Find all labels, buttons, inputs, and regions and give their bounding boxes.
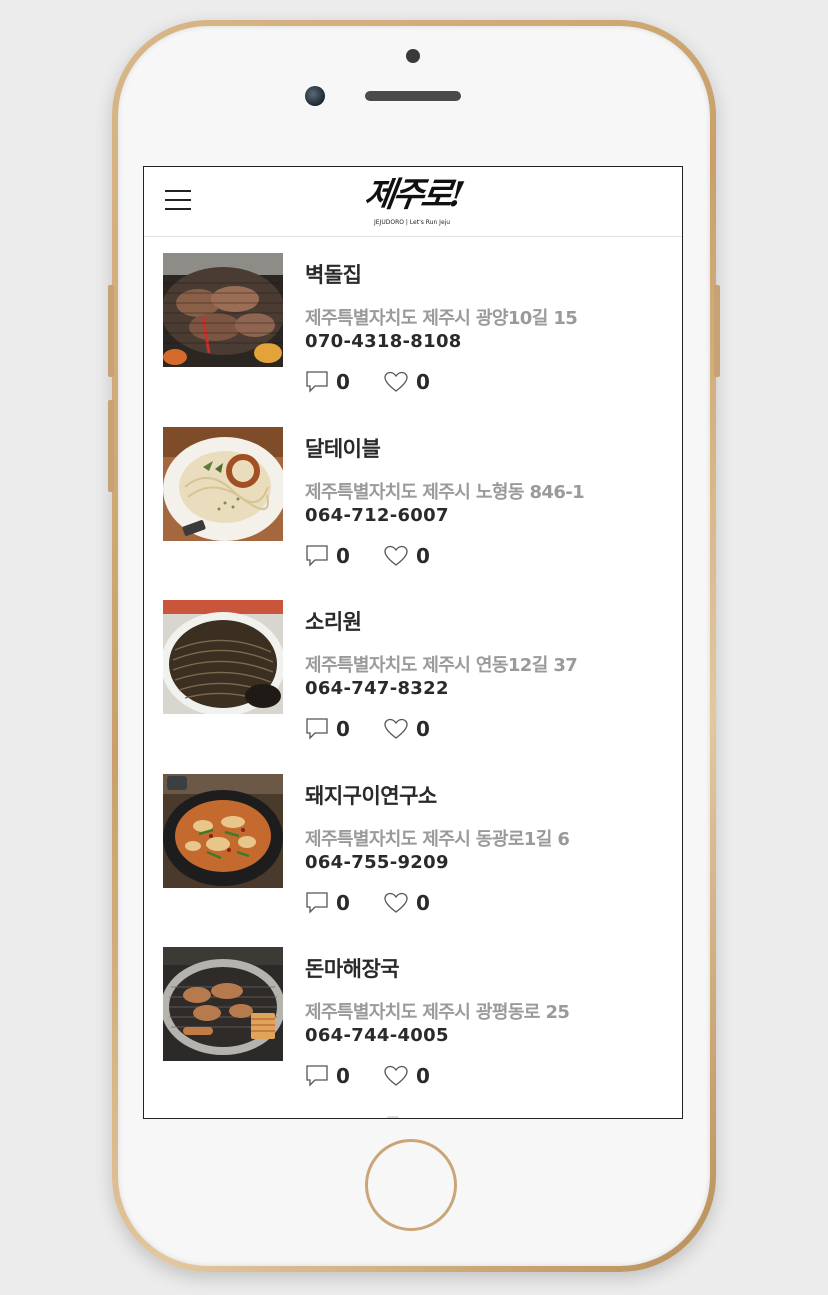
power-button — [714, 285, 720, 377]
heart-icon — [384, 1065, 408, 1086]
restaurant-name[interactable]: 달테이블 — [305, 433, 381, 463]
restaurant-photo[interactable] — [163, 947, 283, 1061]
like-count: 0 — [416, 717, 430, 741]
list-item[interactable]: 달테이블 제주특별자치도 제주시 노형동 846-1 064-712-6007 … — [144, 426, 682, 601]
restaurant-name[interactable]: 소리원 — [305, 606, 362, 636]
restaurant-photo[interactable] — [163, 600, 283, 714]
heart-icon — [384, 718, 408, 739]
front-camera-icon — [305, 86, 325, 106]
heart-icon — [384, 371, 408, 392]
like-count: 0 — [416, 370, 430, 394]
home-button[interactable] — [365, 1139, 457, 1231]
like-count: 0 — [416, 1064, 430, 1088]
restaurant-list: 벽돌집 제주특별자치도 제주시 광양10길 15 070-4318-8108 0… — [144, 253, 682, 1118]
item-stats: 0 0 — [305, 890, 505, 918]
comment-bubble-icon — [306, 1065, 328, 1087]
restaurant-address: 제주특별자치도 제주시 동광로1길 6 — [305, 828, 570, 850]
list-item[interactable]: 벽돌집 제주특별자치도 제주시 광양10길 15 070-4318-8108 0… — [144, 253, 682, 427]
comment-bubble-icon — [306, 718, 328, 740]
scroll-indicator[interactable] — [387, 1116, 399, 1118]
restaurant-photo[interactable] — [163, 426, 283, 541]
heart-icon — [384, 545, 408, 566]
item-stats: 0 0 — [305, 1063, 505, 1091]
logo-subtitle: JEJUDORO | Let's Run Jeju — [374, 219, 451, 226]
volume-down-button — [108, 400, 114, 492]
comment-bubble-icon — [306, 544, 328, 567]
restaurant-address: 제주특별자치도 제주시 연동12길 37 — [305, 655, 578, 676]
restaurant-address: 제주특별자치도 제주시 광양10길 15 — [305, 308, 578, 329]
restaurant-phone: 064-755-9209 — [305, 851, 449, 873]
comment-count: 0 — [336, 890, 350, 915]
comment-bubble-icon — [306, 891, 328, 914]
restaurant-phone: 064-712-6007 — [305, 504, 449, 526]
list-item[interactable]: 소리원 제주특별자치도 제주시 연동12길 37 064-747-8322 0 … — [144, 600, 682, 774]
comment-count: 0 — [336, 370, 350, 394]
heart-icon — [384, 892, 408, 913]
item-stats: 0 0 — [305, 716, 505, 744]
restaurant-name[interactable]: 돈마해장국 — [305, 953, 400, 983]
like-count: 0 — [416, 543, 430, 568]
app-screen: 제주로! JEJUDORO | Let's Run Jeju 벽돌집 제주특별자… — [143, 166, 683, 1119]
app-header: 제주로! JEJUDORO | Let's Run Jeju — [144, 167, 682, 237]
list-item[interactable]: 돈마해장국 제주특별자치도 제주시 광평동로 25 064-744-4005 0… — [144, 947, 682, 1118]
comment-bubble-icon — [306, 371, 328, 393]
like-count: 0 — [416, 890, 430, 915]
item-stats: 0 0 — [305, 369, 505, 397]
restaurant-address: 제주특별자치도 제주시 광평동로 25 — [305, 1002, 570, 1023]
comment-count: 0 — [336, 543, 350, 568]
list-item[interactable]: 돼지구이연구소 제주특별자치도 제주시 동광로1길 6 064-755-9209… — [144, 773, 682, 948]
comment-count: 0 — [336, 717, 350, 741]
restaurant-photo[interactable] — [163, 773, 283, 888]
restaurant-name[interactable]: 벽돌집 — [305, 259, 362, 289]
earpiece-speaker — [365, 91, 461, 101]
comment-count: 0 — [336, 1064, 350, 1088]
item-stats: 0 0 — [305, 543, 505, 571]
restaurant-photo[interactable] — [163, 253, 283, 367]
restaurant-address: 제주특별자치도 제주시 노형동 846-1 — [305, 481, 585, 503]
logo-text: 제주로! — [361, 175, 465, 215]
hamburger-menu-icon[interactable] — [165, 189, 191, 211]
restaurant-phone: 064-747-8322 — [305, 678, 449, 699]
restaurant-name[interactable]: 돼지구이연구소 — [305, 780, 437, 810]
restaurant-phone: 070-4318-8108 — [305, 331, 462, 352]
restaurant-phone: 064-744-4005 — [305, 1025, 449, 1046]
proximity-sensor — [406, 49, 420, 63]
volume-up-button — [108, 285, 114, 377]
app-logo[interactable]: 제주로! JEJUDORO | Let's Run Jeju — [332, 175, 494, 233]
